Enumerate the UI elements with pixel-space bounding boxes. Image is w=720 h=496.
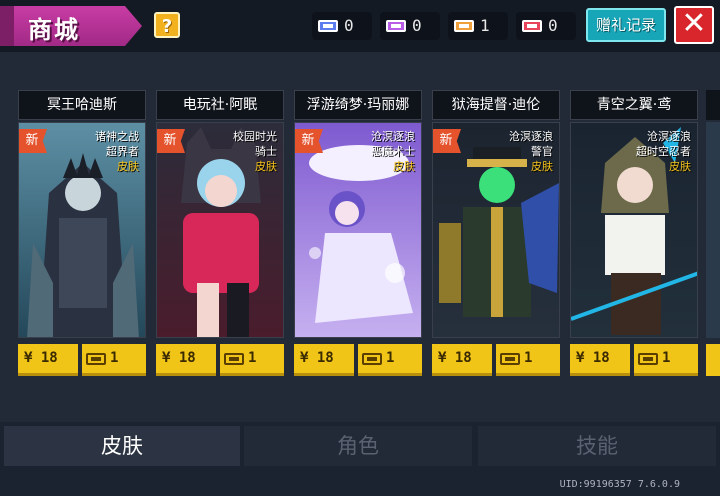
ticket-icon <box>522 20 542 32</box>
currency-ticket-red: 0 <box>516 12 576 40</box>
help-button[interactable]: ? <box>154 12 180 38</box>
currency-value: 1 <box>480 16 490 35</box>
currency-value: 0 <box>412 16 422 35</box>
tag-series: 沧溟逐浪 <box>371 130 415 143</box>
card-art: 新 诸神之战 超界者 皮肤 <box>18 122 146 338</box>
skin-card-yuan[interactable]: 青空之翼·鸢 沧溟逐浪 超时空忍者 皮肤 ¥ 18 1 <box>570 90 698 382</box>
rmb-price-button[interactable]: ¥ 18 <box>156 344 216 376</box>
card-name: 电玩社·阿眠 <box>156 90 284 120</box>
tab-skills[interactable]: 技能 <box>478 426 716 466</box>
skin-card-amian[interactable]: 电玩社·阿眠 新 校园时光 骑士 皮肤 ¥ 18 1 <box>156 90 284 382</box>
new-badge: 新 <box>157 129 185 153</box>
ticket-icon <box>86 353 106 365</box>
tag-series: 沧溟逐浪 <box>647 130 691 143</box>
tag-hero: 超时空忍者 <box>636 145 691 158</box>
currency-ticket-purple: 0 <box>380 12 440 40</box>
ticket-icon <box>500 353 520 365</box>
tag-skin: 皮肤 <box>255 160 277 173</box>
ticket-price-value: 1 <box>524 350 533 366</box>
card-name: 青空之翼·鸢 <box>570 90 698 120</box>
ticket-icon <box>638 353 658 365</box>
close-button[interactable]: ✕ <box>674 6 714 44</box>
card-art: 沧溟逐浪 超时空忍者 皮肤 <box>570 122 698 338</box>
ticket-price-value: 1 <box>110 350 119 366</box>
rmb-price-button[interactable]: ¥ 18 <box>294 344 354 376</box>
card-tags: 诸神之战 超界者 皮肤 <box>95 129 139 174</box>
ticket-icon <box>454 20 474 32</box>
card-art: 新 沧溟逐浪 恶魔术士 皮肤 <box>294 122 422 338</box>
tag-series: 校园时光 <box>233 130 277 143</box>
currency-ticket-orange: 1 <box>448 12 508 40</box>
card-tags: 沧溟逐浪 恶魔术士 皮肤 <box>371 129 415 174</box>
new-badge: 新 <box>295 129 323 153</box>
next-card-peek[interactable] <box>706 90 720 382</box>
card-name: 浮游绮梦·玛丽娜 <box>294 90 422 120</box>
ticket-price-button[interactable]: 1 <box>496 344 560 376</box>
rmb-price-button[interactable]: ¥ 18 <box>432 344 492 376</box>
card-tags: 校园时光 骑士 皮肤 <box>233 129 277 174</box>
tag-series: 诸神之战 <box>95 130 139 143</box>
currency-ticket-blue: 0 <box>312 12 372 40</box>
skin-card-marina[interactable]: 浮游绮梦·玛丽娜 新 沧溟逐浪 恶魔术士 皮肤 ¥ 18 1 <box>294 90 422 382</box>
price-row: ¥ 18 1 <box>294 344 422 376</box>
ticket-price-button[interactable]: 1 <box>82 344 146 376</box>
uid-version-label: UID:99196357 7.6.0.9 <box>559 479 680 490</box>
tag-skin: 皮肤 <box>117 160 139 173</box>
price-row: ¥ 18 1 <box>432 344 560 376</box>
tag-skin: 皮肤 <box>393 160 415 173</box>
tag-hero: 超界者 <box>106 145 139 158</box>
card-art: 新 校园时光 骑士 皮肤 <box>156 122 284 338</box>
tab-skins[interactable]: 皮肤 <box>4 426 240 466</box>
category-tabs: 皮肤 角色 技能 <box>0 426 720 466</box>
card-tags: 沧溟逐浪 超时空忍者 皮肤 <box>636 129 691 174</box>
ticket-icon <box>318 20 338 32</box>
ticket-price-button[interactable]: 1 <box>220 344 284 376</box>
ticket-price-value: 1 <box>662 350 671 366</box>
ticket-price-button[interactable]: 1 <box>358 344 422 376</box>
currency-value: 0 <box>344 16 354 35</box>
skin-card-dylan[interactable]: 狱海提督·迪伦 新 沧溟逐浪 警官 皮肤 ¥ 18 1 <box>432 90 560 382</box>
page-title: 商城 <box>28 16 80 44</box>
gift-record-button[interactable]: 赠礼记录 <box>586 8 666 42</box>
tag-skin: 皮肤 <box>669 160 691 173</box>
card-tags: 沧溟逐浪 警官 皮肤 <box>509 129 553 174</box>
top-bar: 商城 ? 0 0 1 0 赠礼记录 ✕ <box>0 0 720 52</box>
tag-skin: 皮肤 <box>531 160 553 173</box>
card-art: 新 沧溟逐浪 警官 皮肤 <box>432 122 560 338</box>
ticket-icon <box>224 353 244 365</box>
rmb-price-button[interactable]: ¥ 18 <box>18 344 78 376</box>
new-badge: 新 <box>433 129 461 153</box>
ticket-price-value: 1 <box>248 350 257 366</box>
tag-hero: 骑士 <box>255 145 277 158</box>
ticket-price-button[interactable]: 1 <box>634 344 698 376</box>
tag-series: 沧溟逐浪 <box>509 130 553 143</box>
ticket-icon <box>386 20 406 32</box>
price-row: ¥ 18 1 <box>570 344 698 376</box>
tag-hero: 恶魔术士 <box>371 145 415 158</box>
price-row: ¥ 18 1 <box>18 344 146 376</box>
tag-hero: 警官 <box>531 145 553 158</box>
rmb-price-button[interactable]: ¥ 18 <box>570 344 630 376</box>
close-icon: ✕ <box>681 6 707 41</box>
card-name: 狱海提督·迪伦 <box>432 90 560 120</box>
currency-value: 0 <box>548 16 558 35</box>
new-badge: 新 <box>19 129 47 153</box>
price-row: ¥ 18 1 <box>156 344 284 376</box>
shop-title-tab: 商城 <box>0 6 142 46</box>
card-name: 冥王哈迪斯 <box>18 90 146 120</box>
tab-characters[interactable]: 角色 <box>244 426 472 466</box>
skin-card-hades[interactable]: 冥王哈迪斯 新 诸神之战 超界者 皮肤 ¥ 18 1 <box>18 90 146 382</box>
ticket-price-value: 1 <box>386 350 395 366</box>
ticket-icon <box>362 353 382 365</box>
